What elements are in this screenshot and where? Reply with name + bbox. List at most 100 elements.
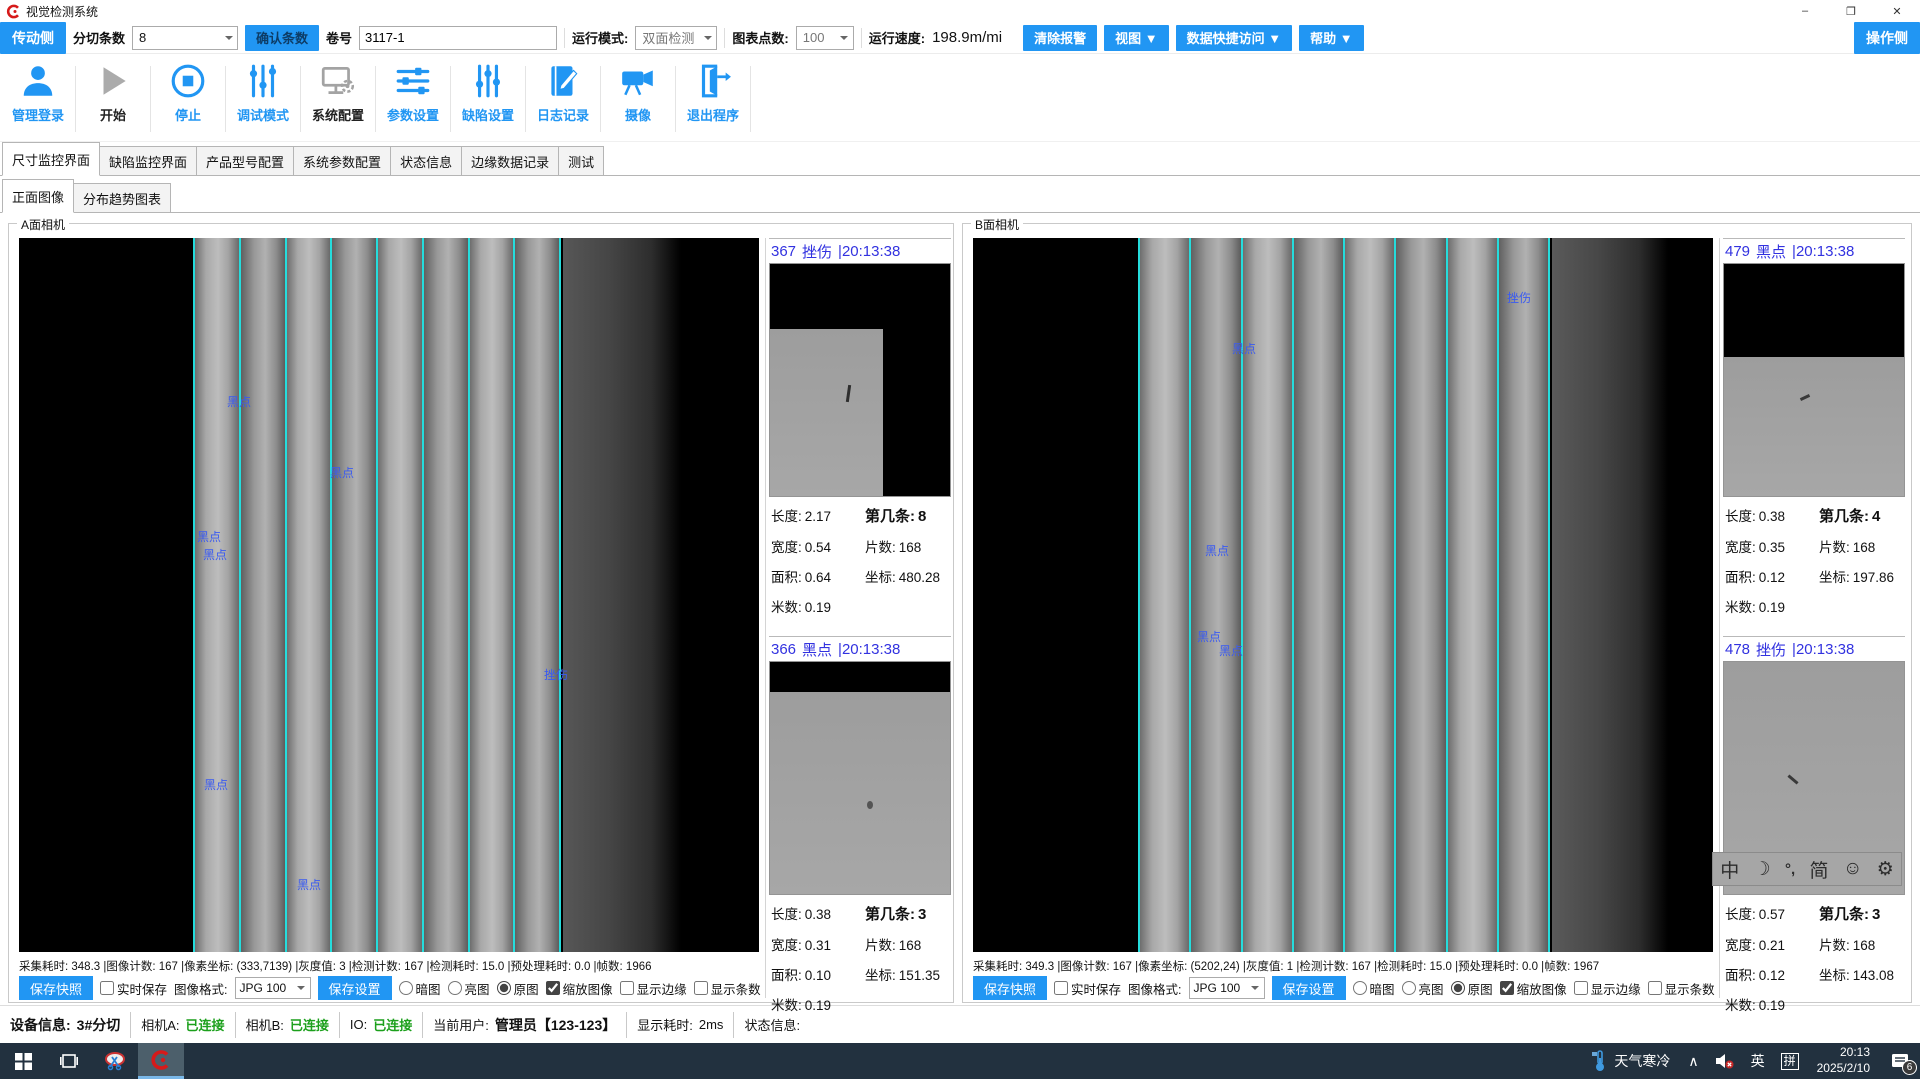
- defect-thumbnail[interactable]: [1723, 263, 1905, 497]
- ime-punctuation[interactable]: °,: [1785, 861, 1795, 878]
- realtime-save-checkbox[interactable]: [100, 981, 114, 995]
- bright-image-radio[interactable]: [1402, 981, 1416, 995]
- tab-test[interactable]: 测试: [558, 146, 604, 175]
- save-settings-button[interactable]: 保存设置: [1272, 976, 1346, 1000]
- dark-image-radio[interactable]: [1353, 981, 1367, 995]
- zoom-image-checkbox[interactable]: [546, 981, 560, 995]
- tab-product-model-config[interactable]: 产品型号配置: [196, 146, 294, 175]
- tab-system-param-config[interactable]: 系统参数配置: [293, 146, 391, 175]
- defect-settings-button[interactable]: 缺陷设置: [456, 62, 520, 124]
- view-menu-button[interactable]: 视图 ▼: [1104, 25, 1168, 51]
- maximize-button[interactable]: ❐: [1828, 0, 1874, 22]
- defect-card[interactable]: 367 挫伤 |20:13:38 长度:2.17 第几条:8 宽度:0.54 片…: [769, 238, 951, 622]
- tab-trend-chart[interactable]: 分布趋势图表: [73, 183, 171, 212]
- defect-meters: 0.19: [805, 600, 831, 615]
- save-snapshot-button[interactable]: 保存快照: [973, 976, 1047, 1000]
- defect-stats: 长度:0.38 第几条:4 宽度:0.35 片数:168 面积:0.12 坐标:…: [1723, 497, 1905, 622]
- show-hidden-icons-button[interactable]: ∧: [1680, 1043, 1706, 1079]
- defect-thumbnail[interactable]: [769, 263, 951, 497]
- main-content: A面相机 黑点黑点黑点黑点挫伤黑点黑点 367 挫伤 |20:13:38 长度:…: [0, 213, 1920, 1005]
- image-format-select[interactable]: JPG 100: [1189, 977, 1265, 999]
- app-logo-icon: [150, 1049, 172, 1071]
- tab-defect-monitor[interactable]: 缺陷监控界面: [99, 146, 197, 175]
- ime-chinese-mode[interactable]: 中: [1720, 856, 1739, 883]
- operation-side-button[interactable]: 操作侧: [1854, 22, 1920, 54]
- play-icon: [94, 62, 132, 100]
- defect-stats: 长度:2.17 第几条:8 宽度:0.54 片数:168 面积:0.64 坐标:…: [769, 497, 951, 622]
- data-quick-access-menu-button[interactable]: 数据快捷访问 ▼: [1176, 25, 1292, 51]
- defect-annotation: 黑点: [1232, 340, 1256, 357]
- taskbar-date: 2025/2/10: [1817, 1061, 1870, 1077]
- original-image-radio[interactable]: [1451, 981, 1465, 995]
- chevron-down-icon[interactable]: [1247, 978, 1264, 998]
- film-region: [770, 692, 950, 894]
- defect-thumbnail[interactable]: [769, 661, 951, 895]
- parameter-settings-button[interactable]: 参数设置: [381, 62, 445, 124]
- bright-image-radio[interactable]: [448, 981, 462, 995]
- defect-card[interactable]: 478 挫伤 |20:13:38 长度:0.57 第几条:3 宽度:0.21 片…: [1723, 636, 1905, 1020]
- dim-region: [1552, 238, 1668, 952]
- language-indicator[interactable]: 英: [1743, 1043, 1773, 1079]
- ime-simplified[interactable]: 简: [1810, 856, 1829, 883]
- transmission-side-button[interactable]: 传动侧: [0, 22, 66, 54]
- tab-status-info[interactable]: 状态信息: [390, 146, 462, 175]
- gear-icon[interactable]: ⚙: [1877, 858, 1894, 881]
- volume-muted-button[interactable]: [1707, 1043, 1743, 1079]
- realtime-save-checkbox[interactable]: [1054, 981, 1068, 995]
- defect-meters: 0.19: [1759, 600, 1785, 615]
- show-count-checkbox[interactable]: [694, 981, 708, 995]
- chevron-down-icon[interactable]: [699, 27, 716, 49]
- confirm-count-button[interactable]: 确认条数: [245, 25, 319, 51]
- weather-widget[interactable]: 天气寒冷: [1582, 1050, 1680, 1072]
- chevron-down-icon[interactable]: [293, 978, 310, 998]
- camera-a-label: 相机A:: [141, 1015, 179, 1034]
- show-edge-checkbox[interactable]: [620, 981, 634, 995]
- exit-program-button[interactable]: 退出程序: [681, 62, 745, 124]
- divider: [300, 66, 301, 132]
- moon-icon[interactable]: ☽: [1754, 858, 1771, 881]
- save-settings-button[interactable]: 保存设置: [318, 976, 392, 1000]
- show-edge-checkbox[interactable]: [1574, 981, 1588, 995]
- defect-card[interactable]: 479 黑点 |20:13:38 长度:0.38 第几条:4 宽度:0.35 片…: [1723, 238, 1905, 622]
- run-mode-select[interactable]: 双面检测: [635, 26, 717, 50]
- chevron-down-icon[interactable]: [836, 27, 853, 49]
- slit-count-select[interactable]: 8: [132, 26, 238, 50]
- snipping-tool-button[interactable]: [92, 1043, 138, 1079]
- minimize-button[interactable]: –: [1782, 0, 1828, 22]
- display-time-value: 2ms: [699, 1017, 724, 1032]
- chart-points-select[interactable]: 100: [796, 26, 854, 50]
- defect-card[interactable]: 366 黑点 |20:13:38 长度:0.38 第几条:3 宽度:0.31 片…: [769, 636, 951, 1020]
- ime-pinyin-indicator[interactable]: 拼: [1773, 1043, 1807, 1079]
- start-button[interactable]: [0, 1043, 46, 1079]
- system-config-button[interactable]: 系统配置: [306, 62, 370, 124]
- dark-image-radio[interactable]: [399, 981, 413, 995]
- log-record-button[interactable]: 日志记录: [531, 62, 595, 124]
- stop-button[interactable]: 停止: [156, 62, 220, 124]
- roll-number-input[interactable]: [359, 26, 557, 50]
- save-snapshot-button[interactable]: 保存快照: [19, 976, 93, 1000]
- clock-widget[interactable]: 20:13 2025/2/10: [1807, 1045, 1880, 1076]
- capture-button[interactable]: 摄像: [606, 62, 670, 124]
- start-button[interactable]: 开始: [81, 62, 145, 124]
- clear-alarm-button[interactable]: 清除报警: [1023, 25, 1097, 51]
- close-button[interactable]: ✕: [1874, 0, 1920, 22]
- tab-size-monitor[interactable]: 尺寸监控界面: [2, 142, 100, 176]
- debug-mode-button[interactable]: 调试模式: [231, 62, 295, 124]
- image-format-select[interactable]: JPG 100: [235, 977, 311, 999]
- help-menu-button[interactable]: 帮助 ▼: [1299, 25, 1363, 51]
- inspection-app-taskbar-button[interactable]: [138, 1043, 184, 1079]
- tab-front-image[interactable]: 正面图像: [2, 179, 74, 213]
- tab-edge-data-record[interactable]: 边缘数据记录: [461, 146, 559, 175]
- emoji-icon[interactable]: ☺: [1843, 858, 1862, 880]
- original-image-radio[interactable]: [497, 981, 511, 995]
- defect-type: 黑点: [1756, 241, 1786, 262]
- defect-annotation: 黑点: [330, 464, 354, 481]
- current-user-value: 管理员【123-123】: [495, 1015, 616, 1035]
- show-count-checkbox[interactable]: [1648, 981, 1662, 995]
- zoom-image-checkbox[interactable]: [1500, 981, 1514, 995]
- chevron-down-icon[interactable]: [220, 27, 237, 49]
- admin-login-button[interactable]: 管理登录: [6, 62, 70, 124]
- exit-door-icon: [694, 62, 732, 100]
- task-view-button[interactable]: [46, 1043, 92, 1079]
- notification-center-button[interactable]: 6: [1880, 1043, 1920, 1079]
